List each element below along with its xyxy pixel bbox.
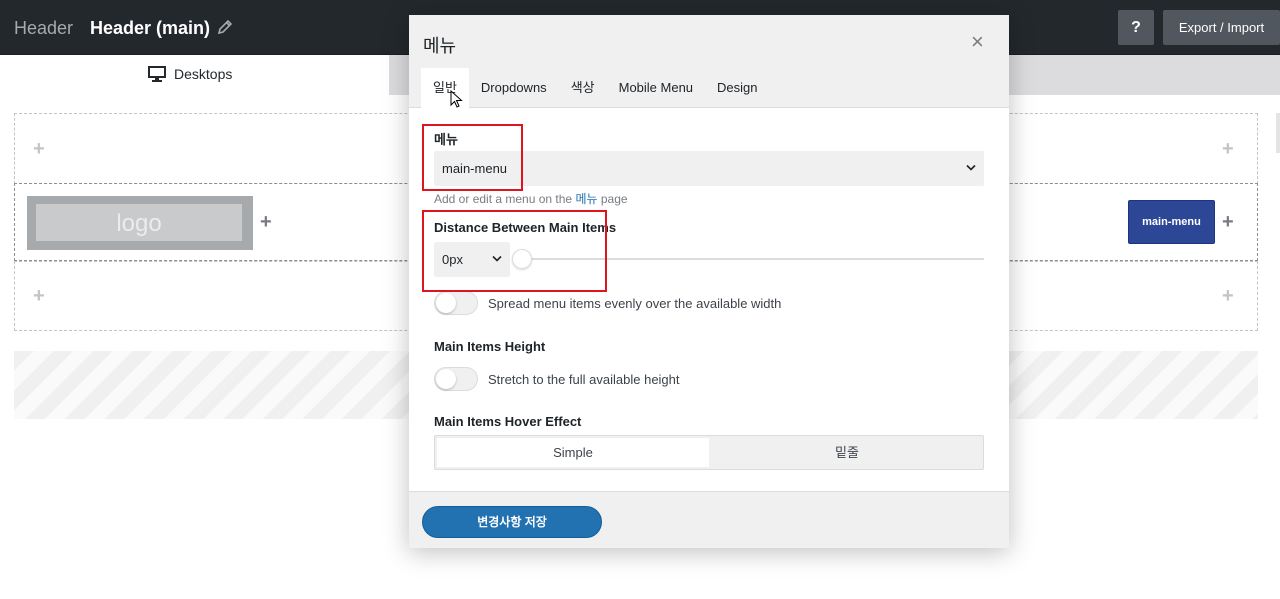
cursor-icon xyxy=(450,90,463,108)
height-label: Main Items Height xyxy=(434,339,546,354)
hover-option-underline[interactable]: 밑줄 xyxy=(711,436,983,469)
tab-mobile-menu[interactable]: Mobile Menu xyxy=(607,68,705,108)
annotation-box-distance xyxy=(422,210,607,292)
hint-prefix: Add or edit a menu on the xyxy=(434,192,576,206)
breadcrumb[interactable]: Header xyxy=(14,18,73,39)
modal-title: 메뉴 xyxy=(423,36,457,56)
side-panel-edge xyxy=(1276,113,1280,153)
save-changes-button[interactable]: 변경사항 저장 xyxy=(422,506,602,538)
add-element-after-menu[interactable]: + xyxy=(1222,212,1234,232)
modal-footer: 변경사항 저장 xyxy=(409,491,1009,548)
toggle-knob xyxy=(436,369,456,389)
close-icon[interactable]: × xyxy=(971,30,984,54)
add-element-after-logo[interactable]: + xyxy=(260,212,272,232)
modal-header: 메뉴 × 일반 Dropdowns 색상 Mobile Menu Design xyxy=(409,15,1009,109)
tab-dropdowns[interactable]: Dropdowns xyxy=(469,68,559,108)
page-title: Header (main) xyxy=(90,18,211,38)
tab-design[interactable]: Design xyxy=(705,68,769,108)
main-menu-element[interactable]: main-menu xyxy=(1128,200,1215,244)
hover-effect-label: Main Items Hover Effect xyxy=(434,414,582,429)
hover-option-simple[interactable]: Simple xyxy=(437,438,709,467)
export-import-button[interactable]: Export / Import xyxy=(1163,10,1280,45)
menu-hint: Add or edit a menu on the 메뉴 page xyxy=(434,190,628,207)
chevron-down-icon xyxy=(966,164,976,171)
add-element-right[interactable]: + xyxy=(1222,139,1234,159)
stretch-toggle[interactable] xyxy=(434,367,478,391)
hover-effect-segmented: Simple 밑줄 xyxy=(434,435,984,470)
modal-tabs: 일반 Dropdowns 색상 Mobile Menu Design xyxy=(421,68,770,109)
pencil-icon[interactable] xyxy=(216,18,234,36)
hint-suffix: page xyxy=(597,192,628,206)
annotation-box-menu xyxy=(422,124,523,191)
logo-placeholder: logo xyxy=(36,204,242,241)
spread-toggle-label: Spread menu items evenly over the availa… xyxy=(488,296,782,311)
add-element-left-bottom[interactable]: + xyxy=(33,286,45,306)
tab-desktops-label: Desktops xyxy=(174,66,233,82)
menu-settings-modal: 메뉴 × 일반 Dropdowns 색상 Mobile Menu Design … xyxy=(409,15,1009,548)
tab-desktops[interactable]: Desktops xyxy=(148,66,232,82)
menus-page-link[interactable]: 메뉴 xyxy=(575,192,597,206)
spread-toggle[interactable] xyxy=(434,291,478,315)
help-button[interactable]: ? xyxy=(1118,10,1154,45)
toggle-knob xyxy=(436,293,456,313)
logo-element[interactable]: logo xyxy=(27,196,253,250)
add-element-left[interactable]: + xyxy=(33,139,45,159)
tab-colors[interactable]: 색상 xyxy=(559,68,607,108)
add-element-right-bottom[interactable]: + xyxy=(1222,286,1234,306)
stretch-toggle-label: Stretch to the full available height xyxy=(488,372,680,387)
monitor-icon xyxy=(148,66,166,82)
